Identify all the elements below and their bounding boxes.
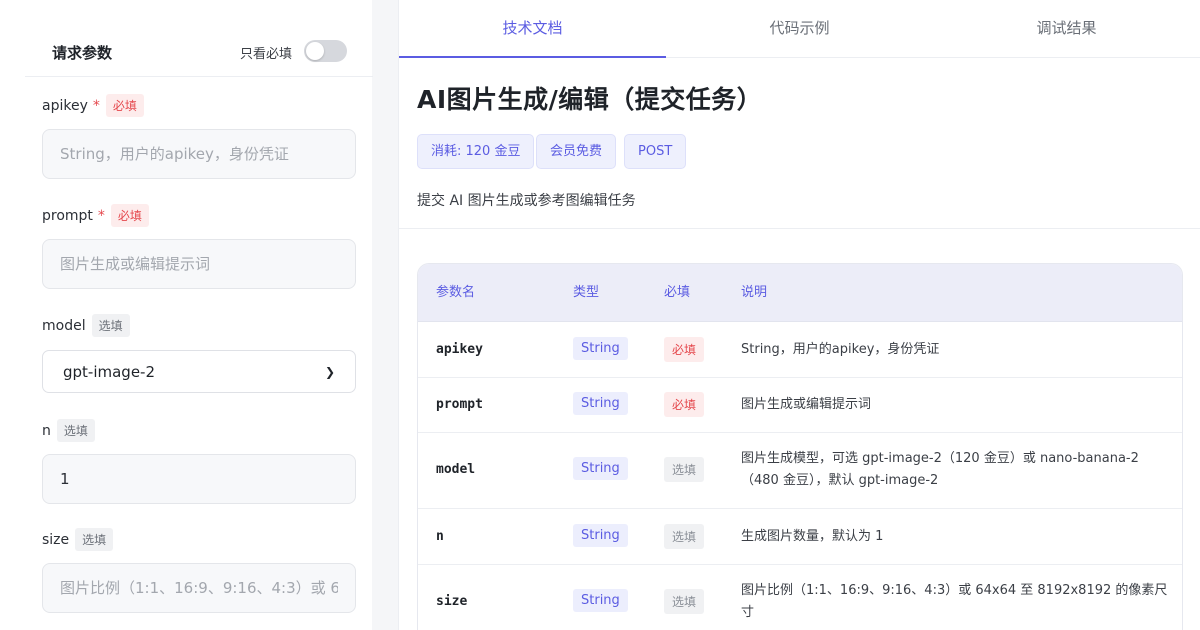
col-header-required: 必填 xyxy=(664,285,691,300)
param-name: apikey xyxy=(436,342,483,357)
col-header-type: 类型 xyxy=(573,285,600,300)
params-header: 请求参数 只看必填 xyxy=(25,24,373,77)
required-tag: 必填 xyxy=(664,337,705,362)
required-only-label: 只看必填 xyxy=(240,47,293,62)
param-name: model xyxy=(436,462,476,477)
param-desc: 图片比例（1:1、16:9、9:16、4:3）或 64x64 至 8192x81… xyxy=(741,583,1168,620)
field-name: n xyxy=(42,422,51,439)
optional-tag: 选填 xyxy=(664,589,705,614)
request-params-panel: 请求参数 只看必填 apikey * 必填 prompt * 必填 model … xyxy=(0,0,373,630)
tab-code-examples[interactable]: 代码示例 xyxy=(666,0,933,58)
table-row: apikey String 必填 String，用户的apikey，身份凭证 xyxy=(418,322,1182,378)
table-header: 参数名 类型 必填 说明 xyxy=(418,264,1182,322)
required-tag: 必填 xyxy=(110,204,149,227)
field-name: size xyxy=(42,531,70,548)
method-badge: POST xyxy=(624,134,687,169)
type-tag: String xyxy=(573,524,628,547)
page-title: AI图片生成/编辑（提交任务） xyxy=(417,85,763,114)
type-tag: String xyxy=(573,589,628,612)
field-label-model: model 选填 xyxy=(42,314,130,337)
required-star-icon: * xyxy=(92,97,100,114)
optional-tag: 选填 xyxy=(75,528,114,551)
required-tag: 必填 xyxy=(105,94,144,117)
params-title: 请求参数 xyxy=(52,44,113,62)
field-name: model xyxy=(42,317,86,334)
divider xyxy=(399,228,1200,229)
table-row: size String 选填 图片比例（1:1、16:9、9:16、4:3）或 … xyxy=(418,565,1182,630)
required-tag: 必填 xyxy=(664,392,705,417)
member-free-badge: 会员免费 xyxy=(536,134,617,169)
tab-bar: 技术文档 代码示例 调试结果 xyxy=(399,0,1200,58)
apikey-input[interactable] xyxy=(42,129,356,179)
required-only-toggle[interactable] xyxy=(304,40,347,62)
field-label-apikey: apikey * 必填 xyxy=(42,94,144,117)
type-tag: String xyxy=(573,457,628,480)
optional-tag: 选填 xyxy=(91,314,130,337)
param-name: size xyxy=(436,594,468,609)
param-desc: 图片生成模型，可选 gpt-image-2（120 金豆）或 nano-bana… xyxy=(741,451,1139,488)
param-desc: String，用户的apikey，身份凭证 xyxy=(741,342,940,357)
params-table: 参数名 类型 必填 说明 apikey String 必填 String，用户的… xyxy=(417,263,1183,630)
tab-tech-docs[interactable]: 技术文档 xyxy=(399,0,666,58)
n-input[interactable] xyxy=(42,454,356,504)
type-tag: String xyxy=(573,337,628,360)
param-desc: 图片生成或编辑提示词 xyxy=(741,397,872,412)
param-desc: 生成图片数量，默认为 1 xyxy=(741,529,884,544)
field-name: prompt xyxy=(42,207,93,224)
doc-description: 提交 AI 图片生成或参考图编辑任务 xyxy=(417,193,636,209)
optional-tag: 选填 xyxy=(664,524,705,549)
field-name: apikey xyxy=(42,97,88,114)
optional-tag: 选填 xyxy=(56,419,95,442)
model-select[interactable]: gpt-image-2 ❯ xyxy=(42,350,356,393)
param-name: n xyxy=(436,529,444,544)
doc-panel: 技术文档 代码示例 调试结果 AI图片生成/编辑（提交任务） 消耗: 120 金… xyxy=(398,0,1200,630)
col-header-desc: 说明 xyxy=(741,285,768,300)
optional-tag: 选填 xyxy=(664,457,705,482)
field-label-n: n 选填 xyxy=(42,419,95,442)
col-header-name: 参数名 xyxy=(436,285,476,300)
tab-debug-results[interactable]: 调试结果 xyxy=(933,0,1200,58)
prompt-input[interactable] xyxy=(42,239,356,289)
cost-badge: 消耗: 120 金豆 xyxy=(417,134,535,169)
field-label-size: size 选填 xyxy=(42,528,114,551)
param-name: prompt xyxy=(436,397,483,412)
model-select-value: gpt-image-2 xyxy=(63,362,156,381)
toggle-knob xyxy=(306,42,324,60)
table-row: prompt String 必填 图片生成或编辑提示词 xyxy=(418,378,1182,433)
chevron-down-icon: ❯ xyxy=(324,364,335,379)
size-input[interactable] xyxy=(42,563,356,613)
table-row: model String 选填 图片生成模型，可选 gpt-image-2（12… xyxy=(418,433,1182,509)
type-tag: String xyxy=(573,392,628,415)
field-label-prompt: prompt * 必填 xyxy=(42,204,149,227)
required-star-icon: * xyxy=(97,207,105,224)
table-row: n String 选填 生成图片数量，默认为 1 xyxy=(418,509,1182,565)
